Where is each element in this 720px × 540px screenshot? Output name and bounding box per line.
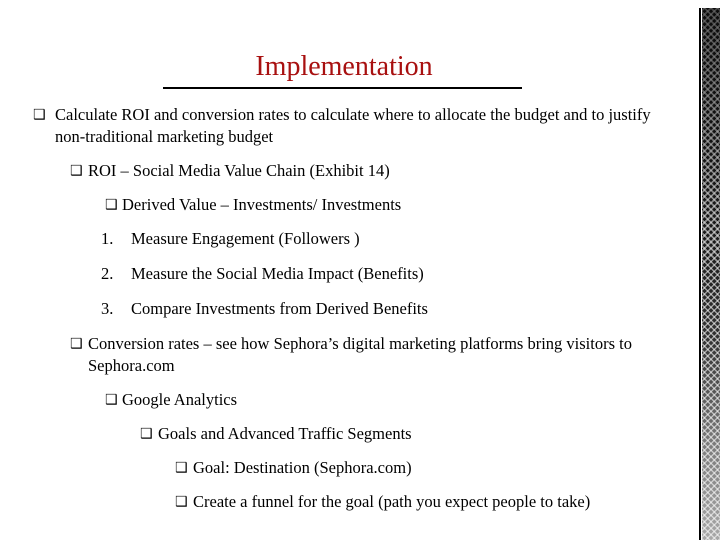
list-item-label: Compare Investments from Derived Benefit… [131, 299, 428, 318]
list-item: ❑ Google Analytics [0, 389, 688, 411]
list-item: ❑ Create a funnel for the goal (path you … [0, 491, 688, 513]
list-item-label: Goals and Advanced Traffic Segments [158, 424, 412, 443]
list-item-label: Derived Value – Investments/ Investments [122, 195, 402, 214]
square-bullet-icon: ❑ [33, 107, 46, 123]
list-item: ❑ ROI – Social Media Value Chain (Exhibit… [0, 160, 688, 182]
list-item: ❑ Conversion rates – see how Sephora’s di… [0, 333, 688, 377]
list-item-label: Create a funnel for the goal (path you e… [193, 492, 591, 511]
square-bullet-icon: ❑ [70, 163, 83, 179]
list-item: ❑ Goal: Destination (Sephora.com) [0, 457, 688, 479]
square-bullet-icon: ❑ [175, 494, 188, 510]
slide-canvas: Implementation ❑ Calculate ROI and conver… [0, 0, 720, 540]
list-item-number: 3. [101, 299, 114, 318]
square-bullet-icon: ❑ [175, 460, 188, 476]
square-bullet-icon: ❑ [105, 392, 118, 408]
square-bullet-icon: ❑ [70, 336, 83, 352]
list-item: ❑ Goals and Advanced Traffic Segments [0, 423, 688, 445]
right-border-strip [702, 8, 720, 540]
list-item-number: 1. [101, 229, 114, 248]
list-item: ❑ Calculate ROI and conversion rates to c… [0, 104, 688, 148]
list-item: ❑ Derived Value – Investments/ Investment… [0, 194, 688, 216]
right-border-line [699, 8, 701, 540]
bullet-list: ❑ Calculate ROI and conversion rates to c… [0, 104, 688, 525]
right-border-fade [702, 8, 720, 540]
list-item-label: Calculate ROI and conversion rates to ca… [55, 105, 651, 146]
list-item-label: Google Analytics [122, 390, 238, 409]
list-item-label: Measure the Social Media Impact (Benefit… [131, 264, 424, 283]
page-title: Implementation [255, 51, 433, 82]
list-item-label: Measure Engagement (Followers ) [131, 229, 360, 248]
title-block: Implementation [0, 52, 688, 82]
title-underline-rule [163, 87, 522, 89]
list-item-number: 2. [101, 264, 114, 283]
list-item-label: Conversion rates – see how Sephora’s dig… [88, 334, 632, 375]
list-item: 2. Measure the Social Media Impact (Benef… [0, 263, 688, 285]
list-item-label: ROI – Social Media Value Chain (Exhibit … [88, 161, 390, 180]
list-item: 1. Measure Engagement (Followers ) [0, 228, 688, 250]
list-item-label: Goal: Destination (Sephora.com) [193, 458, 412, 477]
square-bullet-icon: ❑ [105, 197, 118, 213]
square-bullet-icon: ❑ [140, 426, 153, 442]
list-item: 3. Compare Investments from Derived Benef… [0, 298, 688, 320]
